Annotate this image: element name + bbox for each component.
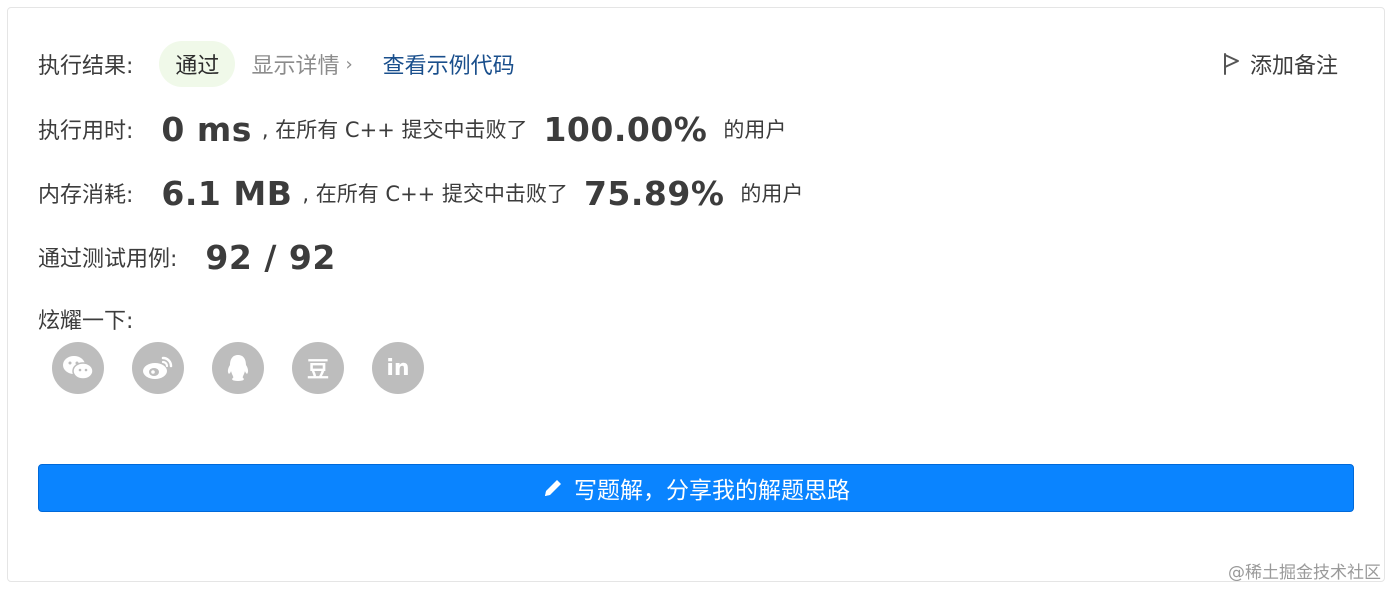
- runtime-percent: 100.00%: [543, 109, 708, 149]
- runtime-value: 0 ms: [161, 109, 252, 149]
- show-details-label: 显示详情: [251, 54, 340, 79]
- memory-value: 6.1 MB: [161, 173, 293, 213]
- view-example-code-link[interactable]: 查看示例代码: [383, 48, 515, 80]
- pencil-icon: [545, 480, 561, 496]
- share-label: 炫耀一下:: [38, 309, 134, 334]
- memory-percent: 75.89%: [583, 173, 725, 213]
- result-row: 执行结果: 通过 显示详情 › 查看示例代码 添加备注: [38, 38, 1338, 90]
- share-row: 炫耀一下:: [38, 302, 133, 336]
- share-weibo-button[interactable]: [132, 342, 184, 394]
- share-qq-button[interactable]: [212, 342, 264, 394]
- add-note-button[interactable]: 添加备注: [1222, 38, 1338, 90]
- chevron-right-icon: ›: [345, 53, 353, 75]
- qq-icon: [227, 355, 249, 381]
- memory-label: 内存消耗:: [38, 183, 134, 208]
- wechat-icon: [63, 356, 94, 380]
- runtime-row: 执行用时: 0 ms , 在所有 C++ 提交中击败了 100.00% 的用户: [38, 106, 786, 152]
- status-badge: 通过: [159, 41, 236, 87]
- memory-beat-text: , 在所有 C++ 提交中击败了: [302, 182, 568, 206]
- share-douban-button[interactable]: 豆: [292, 342, 344, 394]
- weibo-icon: [143, 356, 173, 379]
- tests-row: 通过测试用例: 92 / 92: [38, 234, 336, 280]
- runtime-label: 执行用时:: [38, 119, 134, 144]
- tests-value: 92 / 92: [205, 237, 336, 277]
- flag-icon: [1223, 53, 1239, 75]
- show-details-link[interactable]: 显示详情 ›: [251, 48, 352, 80]
- result-label: 执行结果:: [38, 54, 134, 79]
- tests-label: 通过测试用例:: [38, 247, 178, 272]
- share-wechat-button[interactable]: [52, 342, 104, 394]
- write-solution-label: 写题解，分享我的解题思路: [574, 478, 850, 504]
- write-solution-button[interactable]: 写题解，分享我的解题思路: [38, 464, 1354, 512]
- memory-row: 内存消耗: 6.1 MB , 在所有 C++ 提交中击败了 75.89% 的用户: [38, 170, 803, 216]
- runtime-suffix: 的用户: [723, 118, 787, 142]
- share-linkedin-button[interactable]: in: [372, 342, 424, 394]
- share-icons: 豆 in: [52, 342, 424, 394]
- douban-icon: 豆: [306, 358, 329, 383]
- runtime-beat-text: , 在所有 C++ 提交中击败了: [261, 118, 528, 142]
- memory-suffix: 的用户: [740, 182, 804, 206]
- watermark: @稀土掘金技术社区: [1228, 563, 1381, 583]
- add-note-label: 添加备注: [1249, 54, 1338, 79]
- linkedin-icon: in: [386, 355, 410, 381]
